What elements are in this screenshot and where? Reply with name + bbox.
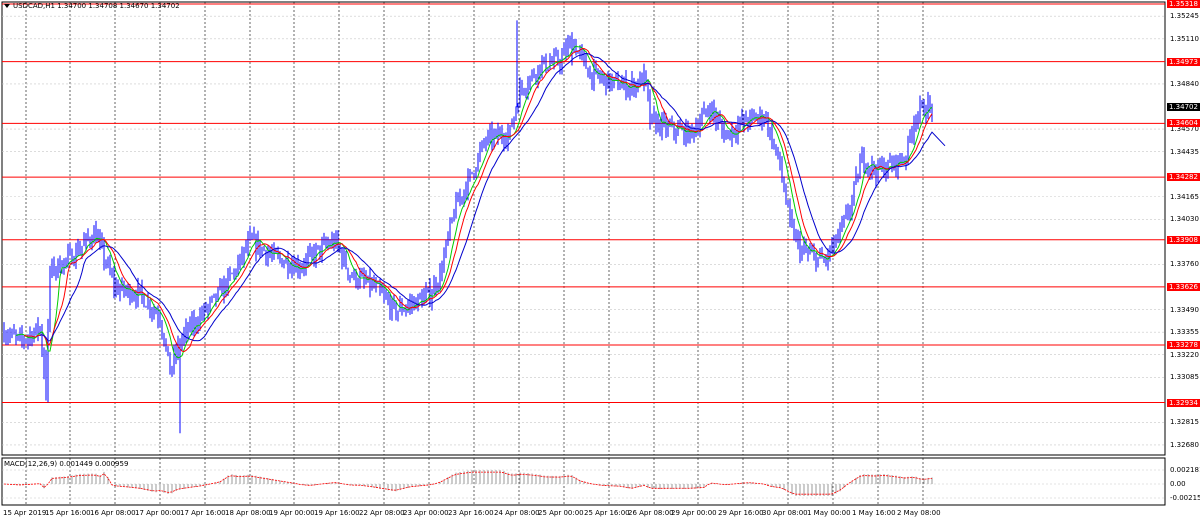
price-tick-label: 1.32815 bbox=[1170, 418, 1199, 427]
chart-symbol-info: USDCAD,H1 1.34700 1.34708 1.34670 1.3470… bbox=[4, 2, 180, 10]
price-level-label: 1.32934 bbox=[1167, 398, 1200, 407]
current-price-label: 1.34702 bbox=[1167, 102, 1200, 111]
price-tick-label: 1.32680 bbox=[1170, 440, 1199, 449]
price-tick-label: 1.34435 bbox=[1170, 147, 1199, 156]
price-tick-label: 1.33220 bbox=[1170, 350, 1199, 359]
price-tick-label: 1.34840 bbox=[1170, 79, 1199, 88]
time-tick-label: 19 Apr 00:00 bbox=[269, 509, 315, 517]
moving-average-mid bbox=[23, 47, 933, 353]
chart-canvas[interactable] bbox=[0, 0, 1200, 523]
macd-axis-label: 0.00 bbox=[1170, 480, 1186, 488]
time-tick-label: 16 Apr 08:00 bbox=[90, 509, 136, 517]
price-level-label: 1.34282 bbox=[1167, 173, 1200, 182]
time-tick-label: 29 Apr 00:00 bbox=[671, 509, 717, 517]
price-tick-label: 1.33355 bbox=[1170, 328, 1199, 337]
time-tick-label: 23 Apr 16:00 bbox=[448, 509, 494, 517]
time-tick-label: 2 May 08:00 bbox=[897, 509, 941, 517]
price-level-label: 1.34973 bbox=[1167, 57, 1200, 66]
price-level-label: 1.33278 bbox=[1167, 341, 1200, 349]
price-level-label: 1.33908 bbox=[1167, 235, 1200, 244]
time-tick-label: 26 Apr 08:00 bbox=[628, 509, 674, 517]
time-tick-label: 15 Apr 2019 bbox=[3, 509, 47, 517]
price-tick-label: 1.35110 bbox=[1170, 34, 1199, 43]
price-tick-label: 1.34030 bbox=[1170, 215, 1199, 224]
main-chart-frame bbox=[1, 1, 1166, 456]
time-tick-label: 1 May 00:00 bbox=[807, 509, 851, 517]
price-tick-label: 1.33490 bbox=[1170, 305, 1199, 314]
time-tick-label: 25 Apr 16:00 bbox=[584, 509, 630, 517]
price-tick-label: 1.33085 bbox=[1170, 373, 1199, 382]
time-tick-label: 25 Apr 00:00 bbox=[538, 509, 584, 517]
price-tick-label: 1.34165 bbox=[1170, 192, 1199, 201]
macd-axis-label: -0.002154 bbox=[1170, 494, 1200, 502]
moving-average-slow bbox=[39, 52, 946, 342]
dropdown-triangle-icon[interactable] bbox=[4, 4, 10, 8]
time-tick-label: 23 Apr 00:00 bbox=[403, 509, 449, 517]
time-tick-label: 15 Apr 16:00 bbox=[45, 509, 91, 517]
time-tick-label: 19 Apr 16:00 bbox=[314, 509, 360, 517]
macd-axis-label: 0.002181 bbox=[1170, 466, 1200, 474]
price-level-label: 1.34604 bbox=[1167, 119, 1200, 128]
time-tick-label: 17 Apr 00:00 bbox=[135, 509, 181, 517]
price-tick-label: 1.33760 bbox=[1170, 260, 1199, 269]
time-tick-label: 1 May 16:00 bbox=[852, 509, 896, 517]
time-tick-label: 30 Apr 08:00 bbox=[762, 509, 808, 517]
time-tick-label: 18 Apr 08:00 bbox=[225, 509, 271, 517]
time-tick-label: 29 Apr 16:00 bbox=[718, 509, 764, 517]
macd-indicator-label: MACD(12,26,9) 0.001449 0.000959 bbox=[4, 460, 129, 468]
time-tick-label: 17 Apr 16:00 bbox=[180, 509, 226, 517]
time-tick-label: 24 Apr 08:00 bbox=[494, 509, 540, 517]
time-tick-label: 22 Apr 08:00 bbox=[359, 509, 405, 517]
price-level-label: 1.35318 bbox=[1167, 0, 1200, 8]
price-level-label: 1.33626 bbox=[1167, 282, 1200, 291]
price-tick-label: 1.35245 bbox=[1170, 12, 1199, 21]
